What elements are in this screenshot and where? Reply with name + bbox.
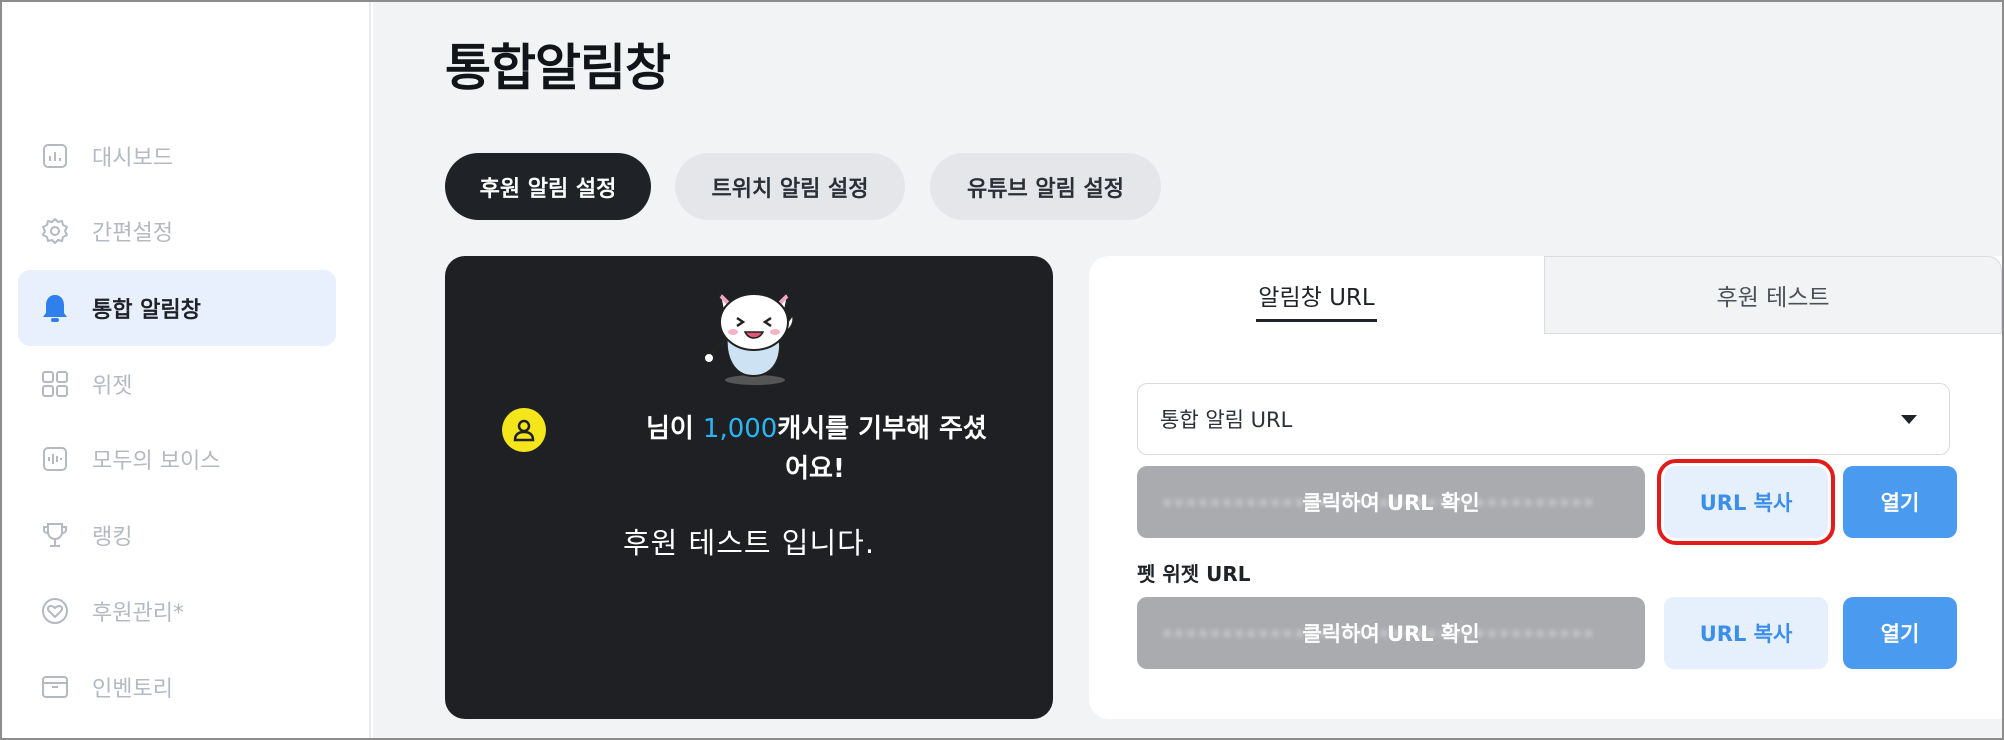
- alert-url-reveal-box[interactable]: •••••••••••••••••••••••••••••••••••• 클릭하…: [1137, 466, 1645, 538]
- inventory-box-icon: [40, 672, 70, 702]
- select-value: 통합 알림 URL: [1160, 408, 1293, 432]
- page-title: 통합알림창: [445, 39, 671, 97]
- alert-prefix: 님이: [646, 414, 703, 444]
- alert-message-line2: 어요!: [785, 454, 845, 484]
- sidebar-item-inventory[interactable]: 인벤토리: [18, 649, 336, 725]
- alert-preview: 님이 1,000캐시를 기부해 주셨 어요! 후원 테스트 입니다.: [445, 256, 1053, 719]
- sidebar-item-voice[interactable]: 모두의 보이스: [18, 421, 336, 497]
- pet-widget-url-open-button[interactable]: 열기: [1843, 597, 1957, 669]
- reveal-url-label: 클릭하여 URL 확인: [1302, 622, 1480, 646]
- sidebar: 대시보드 간편설정 통합 알림창 위젯 모두의 보이스 랭킹 후원관리* 인벤토…: [0, 0, 371, 740]
- sidebar-item-label: 랭킹: [92, 525, 133, 550]
- tab-alert-url-label: 알림창 URL: [1258, 285, 1375, 311]
- tab-donation-alert-settings[interactable]: 후원 알림 설정: [445, 153, 651, 220]
- audio-wave-icon: [40, 444, 70, 474]
- sidebar-item-ranking[interactable]: 랭킹: [18, 497, 336, 573]
- heart-icon: [40, 596, 70, 626]
- sidebar-item-widget[interactable]: 위젯: [18, 346, 336, 422]
- alert-message: 님이 1,000캐시를 기부해 주셨: [605, 411, 1025, 448]
- tab-alert-url[interactable]: 알림창 URL: [1089, 256, 1544, 334]
- sidebar-item-label: 후원관리*: [92, 601, 184, 626]
- main-content: 통합알림창 후원 알림 설정 트위치 알림 설정 유튜브 알림 설정 님이 1,…: [373, 0, 2002, 740]
- bell-icon: [40, 293, 70, 323]
- sidebar-item-label: 인벤토리: [92, 677, 173, 702]
- sidebar-item-dashboard[interactable]: 대시보드: [18, 118, 336, 194]
- reveal-url-label: 클릭하여 URL 확인: [1302, 491, 1480, 515]
- tab-twitch-alert-settings[interactable]: 트위치 알림 설정: [675, 153, 905, 220]
- url-panel: 알림창 URL 후원 테스트 통합 알림 URL •••••••••••••••…: [1089, 256, 2002, 719]
- tab-donation-test[interactable]: 후원 테스트: [1544, 256, 2002, 334]
- alert-url-type-select[interactable]: 통합 알림 URL: [1137, 383, 1950, 455]
- sidebar-item-alert-window[interactable]: 통합 알림창: [18, 270, 336, 346]
- pet-widget-url-copy-button[interactable]: URL 복사: [1664, 597, 1828, 669]
- gear-icon: [40, 216, 70, 246]
- tab-youtube-alert-settings[interactable]: 유튜브 알림 설정: [930, 153, 1161, 220]
- sidebar-item-label: 대시보드: [92, 146, 173, 171]
- donation-test-message: 후원 테스트 입니다.: [622, 526, 876, 560]
- active-tab-underline: [1256, 319, 1377, 322]
- chevron-down-icon: [1901, 415, 1917, 424]
- sidebar-item-quick-settings[interactable]: 간편설정: [18, 193, 336, 269]
- dashboard-icon: [40, 141, 70, 171]
- user-avatar-icon: [502, 408, 546, 452]
- pet-widget-url-label: 펫 위젯 URL: [1137, 562, 1251, 586]
- sidebar-item-label: 모두의 보이스: [92, 449, 221, 474]
- sidebar-item-donation-management[interactable]: 후원관리*: [18, 573, 336, 649]
- sidebar-item-label: 간편설정: [92, 221, 173, 246]
- pet-widget-url-reveal-box[interactable]: •••••••••••••••••••••••••••••••••••• 클릭하…: [1137, 597, 1645, 669]
- alert-amount: 1,000: [702, 414, 778, 444]
- sidebar-item-label: 통합 알림창: [92, 298, 201, 323]
- cat-mascot-image: [697, 276, 807, 388]
- alert-suffix: 캐시를 기부해 주셨: [777, 414, 987, 444]
- trophy-icon: [40, 520, 70, 550]
- sidebar-item-label: 위젯: [92, 374, 133, 399]
- alert-url-copy-button[interactable]: URL 복사: [1657, 459, 1835, 545]
- alert-url-open-button[interactable]: 열기: [1843, 466, 1957, 538]
- grid-icon: [40, 369, 70, 399]
